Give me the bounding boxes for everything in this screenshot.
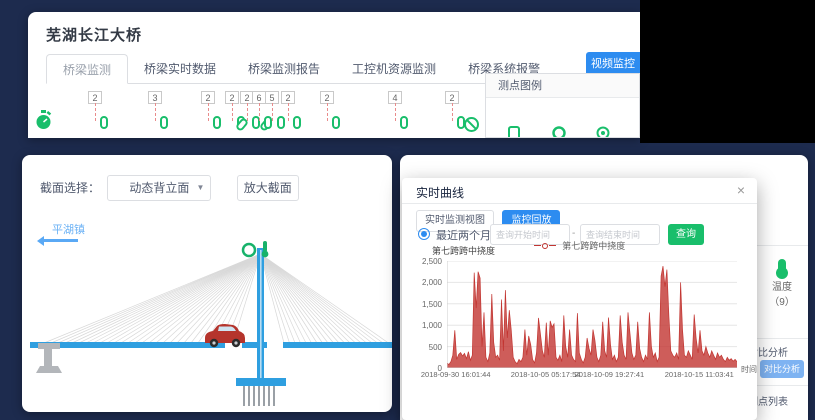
y-tick-label: 1,500	[402, 300, 442, 309]
chain-link-icon	[100, 116, 108, 129]
bridge-pier-cap	[236, 378, 286, 386]
chain-link-icon	[332, 116, 340, 129]
enlarge-section-button[interactable]: 放大截面	[237, 175, 299, 201]
legend-text: 第七跨跨中挠度	[562, 241, 625, 251]
y-tick-label: 2,000	[402, 278, 442, 287]
sensor-icon	[508, 126, 520, 138]
point-legend-title: 测点图例	[486, 74, 639, 98]
dashed-line	[395, 103, 396, 121]
realtime-curve-modal: 实时曲线 × 实时监测视图 监控回放 最近两个月 - 查询 第七跨跨中挠度 第七…	[402, 178, 757, 420]
legend-line-icon	[534, 245, 541, 246]
sensor-point[interactable]: 2	[281, 88, 299, 106]
chain-link-icon	[264, 116, 272, 129]
section-select-dropdown[interactable]: 动态背立面 ▼	[107, 175, 211, 201]
chevron-down-icon: ▼	[196, 176, 204, 200]
right-side-panel: 温度 （9） 对比分析 对比分析 测点列表	[756, 155, 808, 420]
dashed-line	[327, 103, 328, 121]
dashed-line	[95, 103, 96, 121]
chart-plot-area[interactable]	[447, 261, 737, 368]
x-axis-name: 时间	[741, 364, 757, 375]
sensor-point[interactable]: 2	[445, 88, 463, 106]
x-tick-label: 2018-10-15 11:03:41	[665, 370, 734, 379]
gauge-icon	[552, 126, 566, 138]
legend-line-icon	[549, 245, 556, 246]
main-window: 芜湖长江大桥 桥梁监测桥梁实时数据桥梁监测报告工控机资源监测桥梁系统报警 视频监…	[28, 12, 640, 138]
dashed-line	[232, 103, 233, 121]
bridge-diagram	[22, 240, 392, 412]
thermometer-icon	[778, 259, 786, 275]
chain-link-icon	[293, 116, 301, 129]
sensor-point[interactable]: 4	[388, 88, 406, 106]
y-tick-label: 500	[402, 343, 442, 352]
sensor-point[interactable]: 2	[201, 88, 219, 106]
bridge-pier-piles	[244, 386, 274, 406]
section-select-row: 截面选择： 动态背立面 ▼ 放大截面	[40, 175, 299, 201]
dashed-line	[259, 103, 260, 121]
tab-桥梁监测[interactable]: 桥梁监测	[46, 54, 128, 84]
chain-link-icon	[277, 116, 285, 129]
bridge-abutment	[36, 343, 62, 373]
temperature-count: （9）	[769, 297, 795, 308]
sensor-point[interactable]: 2	[320, 88, 338, 106]
screenshot-stage: 芜湖长江大桥 桥梁监测桥梁实时数据桥梁监测报告工控机资源监测桥梁系统报警 视频监…	[0, 0, 815, 420]
modal-header: 实时曲线 ×	[402, 178, 757, 204]
tab-桥梁实时数据[interactable]: 桥梁实时数据	[128, 54, 232, 84]
page-title: 芜湖长江大桥	[46, 24, 142, 45]
tab-桥梁监测报告[interactable]: 桥梁监测报告	[232, 54, 336, 84]
chart-title: 第七跨跨中挠度	[432, 244, 495, 257]
x-tick-label: 2018-10-05 05:17:54	[511, 370, 581, 379]
temperature-legend[interactable]: 温度 （9）	[756, 259, 808, 308]
section-select-value: 动态背立面	[129, 181, 189, 195]
point-legend-panel: 测点图例	[485, 73, 640, 138]
x-tick-label: 2018-09-30 16:01:44	[421, 370, 491, 379]
dashed-line	[272, 103, 273, 121]
bridge-section-window: 截面选择： 动态背立面 ▼ 放大截面 平湖镇	[22, 155, 392, 412]
close-icon[interactable]: ×	[737, 182, 745, 198]
tower-sensor-icon	[243, 241, 268, 257]
target-icon	[596, 126, 610, 138]
legend-marker-icon	[542, 243, 548, 249]
section-select-label: 截面选择：	[40, 175, 100, 201]
point-legend-icons	[486, 98, 639, 138]
dashed-line	[155, 103, 156, 121]
dashed-line	[208, 103, 209, 121]
range-separator: -	[572, 228, 575, 239]
chain-link-icon	[213, 116, 221, 129]
y-tick-label: 1,000	[402, 321, 442, 330]
compare-analysis-button[interactable]: 对比分析	[760, 360, 804, 378]
video-feed-area	[640, 0, 815, 143]
tab-工控机资源监测[interactable]: 工控机资源监测	[336, 54, 452, 84]
sensor-point[interactable]: 3	[148, 88, 166, 106]
chain-link-icon	[160, 116, 168, 129]
modal-title: 实时曲线	[416, 184, 464, 201]
dashed-line	[452, 103, 453, 121]
sensor-point[interactable]: 2	[88, 88, 106, 106]
sensor-strip: 23222652242	[28, 88, 498, 138]
x-tick-label: 2018-10-09 19:27:41	[575, 370, 645, 379]
chain-link-icon	[400, 116, 408, 129]
y-tick-label: 2,500	[402, 257, 442, 266]
dashed-line	[288, 103, 289, 121]
temperature-label: 温度	[772, 282, 792, 293]
dashed-line	[247, 103, 248, 121]
direction-label: 平湖镇	[52, 221, 85, 237]
